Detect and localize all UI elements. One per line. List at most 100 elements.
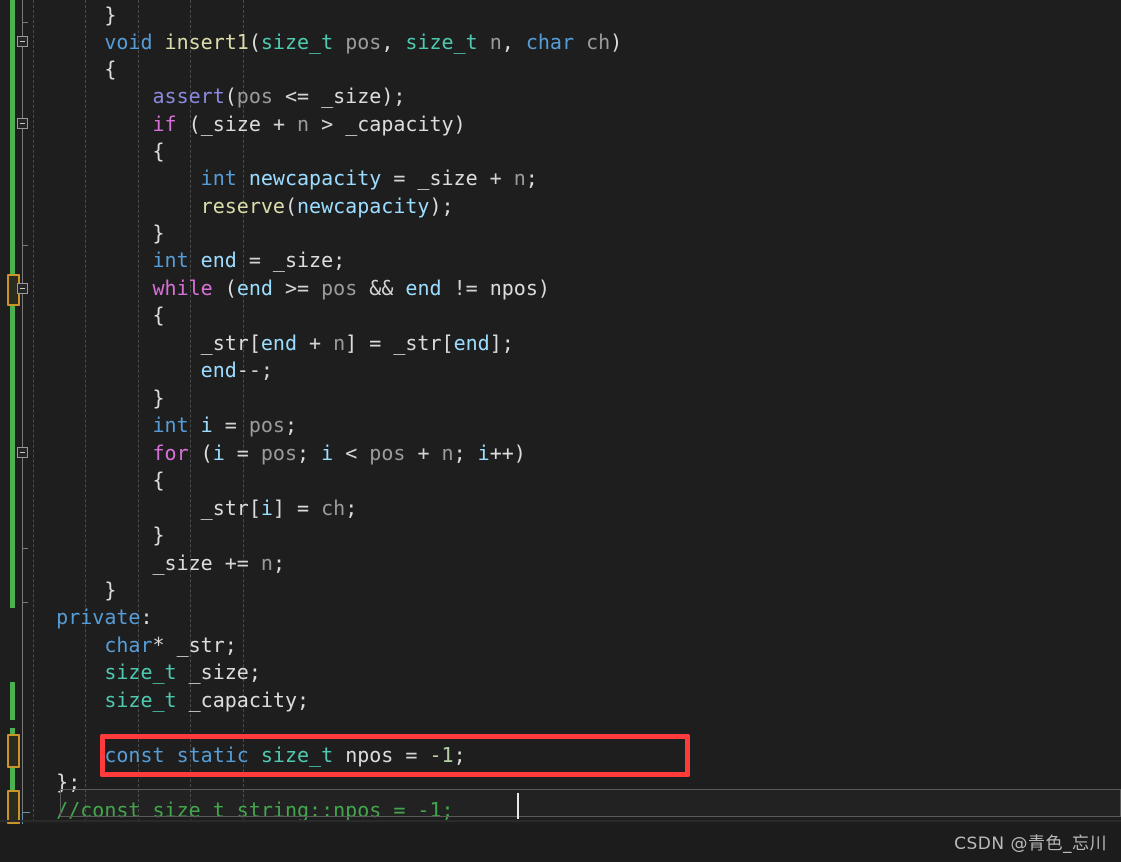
code-line[interactable] [0, 714, 1121, 741]
code-token: + [477, 166, 514, 190]
code-line[interactable]: int newcapacity = _size + n; [0, 165, 1121, 192]
code-line[interactable]: reserve(newcapacity); [0, 193, 1121, 220]
code-content[interactable]: } void insert1(size_t pos, size_t n, cha… [0, 0, 1121, 862]
code-line[interactable]: { [0, 302, 1121, 329]
code-line[interactable]: size_t _size; [0, 659, 1121, 686]
code-token: _size [417, 166, 478, 190]
code-token: n [489, 30, 502, 54]
code-token: _str [393, 331, 442, 355]
code-token: ) [453, 112, 466, 136]
code-token: void [104, 30, 153, 54]
code-line[interactable]: } [0, 385, 1121, 412]
code-token: ch [586, 30, 611, 54]
code-token: ; [297, 441, 322, 465]
code-token: [ [248, 331, 261, 355]
code-token: i [200, 413, 213, 437]
code-line[interactable]: _str[end + n] = _str[end]; [0, 330, 1121, 357]
code-token: > [309, 112, 346, 136]
code-token: ( [188, 441, 213, 465]
code-token: >= [272, 276, 322, 300]
code-token: end [200, 358, 237, 382]
code-token: ; [453, 743, 466, 767]
code-token: _str [176, 633, 225, 657]
code-token: n [297, 112, 310, 136]
code-token: ; [284, 413, 298, 437]
code-token: + [297, 331, 334, 355]
code-token: ( [176, 112, 201, 136]
code-token: } [152, 523, 165, 547]
code-line[interactable]: } [0, 2, 1121, 29]
code-line[interactable]: { [0, 56, 1121, 83]
code-line[interactable]: _size += n; [0, 550, 1121, 577]
code-token: ch [321, 496, 346, 520]
code-token: * [152, 633, 177, 657]
code-token: } [152, 386, 165, 410]
code-token: ; [248, 660, 261, 684]
code-token: ) [610, 30, 623, 54]
code-token: ; [333, 248, 346, 272]
code-token: ++) [489, 441, 526, 465]
code-line[interactable]: char* _str; [0, 632, 1121, 659]
code-token: npos [489, 276, 538, 300]
code-line[interactable]: void insert1(size_t pos, size_t n, char … [0, 29, 1121, 56]
code-token: ; [272, 551, 285, 575]
code-token: && [357, 276, 406, 300]
code-line[interactable]: while (end >= pos && end != npos) [0, 275, 1121, 302]
code-line[interactable]: const static size_t npos = -1; [0, 742, 1121, 769]
code-line[interactable]: size_t _capacity; [0, 687, 1121, 714]
code-token: ( [212, 276, 237, 300]
code-token: newcapacity [297, 194, 430, 218]
code-line[interactable]: _str[i] = ch; [0, 495, 1121, 522]
code-line[interactable]: for (i = pos; i < pos + n; i++) [0, 440, 1121, 467]
code-line[interactable]: { [0, 138, 1121, 165]
code-token: pos [369, 441, 406, 465]
code-line[interactable]: if (_size + n > _capacity) [0, 111, 1121, 138]
code-line[interactable]: { [0, 467, 1121, 494]
code-editor[interactable]: } void insert1(size_t pos, size_t n, cha… [0, 0, 1121, 862]
watermark-text: CSDN @青色_忘川 [954, 834, 1107, 854]
code-token: const [104, 743, 165, 767]
code-token: <= [272, 84, 322, 108]
code-token: _size [152, 551, 213, 575]
code-token: _capacity [345, 112, 454, 136]
code-token: = [393, 743, 430, 767]
code-line[interactable]: end--; [0, 357, 1121, 384]
code-token: end [260, 331, 297, 355]
code-token: { [152, 303, 165, 327]
code-line[interactable]: int end = _size; [0, 247, 1121, 274]
code-token: + [260, 112, 298, 136]
code-line[interactable]: } [0, 577, 1121, 604]
code-line[interactable]: } [0, 220, 1121, 247]
horizontal-scrollbar[interactable] [0, 820, 1121, 822]
code-token: = [224, 441, 261, 465]
code-token: _size [321, 84, 382, 108]
code-line[interactable]: } [0, 522, 1121, 549]
code-token: size_t [260, 743, 334, 767]
code-token: = [236, 248, 273, 272]
code-token: } [104, 578, 117, 602]
code-token: if [152, 112, 177, 136]
code-token: { [104, 57, 117, 81]
code-token: end [200, 248, 237, 272]
code-line[interactable]: int i = pos; [0, 412, 1121, 439]
code-line[interactable]: assert(pos <= _size); [0, 83, 1121, 110]
code-token: private [56, 605, 141, 629]
code-line[interactable]: private: [0, 604, 1121, 631]
